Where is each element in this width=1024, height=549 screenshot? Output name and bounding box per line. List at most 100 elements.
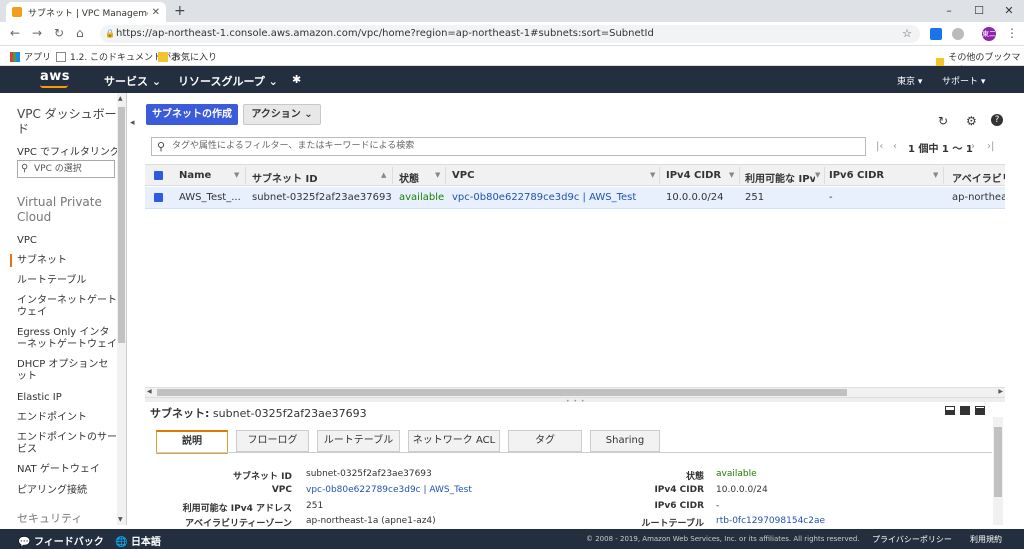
region-menu[interactable]: 東京 ▾ <box>897 74 922 87</box>
pin-icon[interactable]: ✱ <box>292 73 301 86</box>
sidebar-item-vpc[interactable]: VPC <box>17 235 117 247</box>
aws-top-nav: aws サービス ⌄ リソースグループ ⌄ ✱ 東京 ▾ サポート ▾ <box>0 66 1024 93</box>
sidebar-item-internet-gateways[interactable]: インターネットゲートウェイ <box>17 295 117 319</box>
column-header-ipv6-cidr[interactable]: IPv6 CIDR <box>829 170 884 181</box>
sidebar-item-endpoints[interactable]: エンドポイント <box>17 412 117 424</box>
resource-groups-menu[interactable]: リソースグループ ⌄ <box>178 73 278 89</box>
column-divider <box>824 167 825 184</box>
sort-icon[interactable]: ▼ <box>435 171 440 179</box>
panel-layout-half-icon[interactable] <box>960 406 970 415</box>
maximize-icon[interactable]: ☐ <box>964 0 994 22</box>
scroll-thumb[interactable] <box>994 427 1002 497</box>
collapse-sidebar-icon[interactable]: ◂ <box>130 118 140 134</box>
sidebar-item-elastic-ip[interactable]: Elastic IP <box>17 392 117 404</box>
column-header-state[interactable]: 状態 <box>399 170 419 185</box>
forward-icon[interactable]: → <box>32 26 42 40</box>
details-scrollbar[interactable] <box>993 417 1003 525</box>
scroll-thumb[interactable] <box>118 107 125 343</box>
tab-flow-logs[interactable]: フローログ <box>236 430 309 452</box>
scroll-down-icon[interactable]: ▼ <box>118 516 123 523</box>
new-tab-icon[interactable]: + <box>174 3 186 19</box>
panel-layout-bottom-icon[interactable] <box>945 406 955 415</box>
tab-route-table[interactable]: ルートテーブル <box>317 430 400 452</box>
tab-tags[interactable]: タグ <box>508 430 582 452</box>
column-header-availability-zone[interactable]: アベイラビリ <box>952 170 1005 185</box>
label-subnet-id: サブネット ID <box>233 472 292 482</box>
sort-icon[interactable]: ▼ <box>650 171 655 179</box>
extension-icon[interactable] <box>952 28 964 40</box>
home-icon[interactable]: ⌂ <box>76 26 84 40</box>
tab-sharing[interactable]: Sharing <box>590 430 660 452</box>
terms-link[interactable]: 利用規約 <box>970 534 1002 545</box>
bookmark-favorites[interactable]: お気に入り <box>158 50 217 63</box>
feedback-button[interactable]: 💬 フィードバック <box>18 533 104 548</box>
sidebar-item-nat-gateways[interactable]: NAT ゲートウェイ <box>17 464 117 476</box>
row-checkbox[interactable] <box>154 193 163 202</box>
scroll-up-icon[interactable]: ▲ <box>118 95 123 102</box>
cell-ipv6-cidr: - <box>829 192 833 203</box>
filter-search-input[interactable]: ⚲ タグや属性によるフィルター、またはキーワードによる検索 <box>151 137 866 156</box>
browser-menu-icon[interactable]: ⋮ <box>1006 26 1018 40</box>
sort-asc-icon[interactable]: ▲ <box>381 171 386 179</box>
profile-avatar[interactable]: 東二 <box>982 27 996 41</box>
refresh-icon[interactable]: ↻ <box>938 114 948 128</box>
help-icon[interactable]: ? <box>991 114 1003 126</box>
sidebar-scrollbar[interactable]: ▲ ▼ <box>117 93 126 525</box>
support-menu[interactable]: サポート ▾ <box>942 74 985 87</box>
extension-icon[interactable] <box>930 28 942 40</box>
last-page-icon[interactable]: ›| <box>987 141 994 152</box>
sort-icon[interactable]: ▼ <box>729 171 734 179</box>
privacy-policy-link[interactable]: プライバシーポリシー <box>872 534 952 545</box>
scroll-left-icon[interactable]: ◀ <box>147 388 152 395</box>
panel-layout-full-icon[interactable] <box>975 406 985 415</box>
value-vpc-link[interactable]: vpc-0b80e622789ce3d9c | AWS_Test <box>306 485 472 495</box>
column-header-ipv4-cidr[interactable]: IPv4 CIDR <box>666 170 721 181</box>
value-route-table-link[interactable]: rtb-0fc1297098154c2ae <box>716 516 825 526</box>
table-horizontal-scrollbar[interactable]: ◀ ▶ <box>145 387 1005 397</box>
reload-icon[interactable]: ↻ <box>54 26 64 40</box>
create-subnet-button[interactable]: サブネットの作成 <box>146 104 238 125</box>
sidebar-item-endpoint-services[interactable]: エンドポイントのサービス <box>17 432 117 456</box>
sidebar-item-peering[interactable]: ピアリング接続 <box>17 485 117 497</box>
scroll-thumb[interactable] <box>157 389 847 396</box>
vpc-select[interactable]: ⚲ VPC の選択 <box>17 160 115 178</box>
sort-icon[interactable]: ▼ <box>933 171 938 179</box>
column-header-vpc[interactable]: VPC <box>452 170 474 181</box>
first-page-icon[interactable]: |‹ <box>876 141 883 152</box>
aws-logo[interactable]: aws <box>40 69 70 84</box>
address-bar[interactable]: 🔒 https://ap-northeast-1.console.aws.ama… <box>100 25 920 43</box>
scroll-right-icon[interactable]: ▶ <box>998 388 1003 395</box>
close-tab-icon[interactable]: ✕ <box>152 7 160 18</box>
language-selector[interactable]: 🌐 日本語 <box>115 533 161 548</box>
sidebar: VPC ダッシュボード VPC でフィルタリング: ⚲ VPC の選択 Virt… <box>0 93 127 525</box>
tab-description[interactable]: 説明 <box>156 430 228 454</box>
minimize-icon[interactable]: – <box>934 0 964 22</box>
next-page-icon[interactable]: › <box>971 141 975 152</box>
table-row[interactable]: AWS_Test_... subnet-0325f2af23ae37693 av… <box>145 187 1005 209</box>
services-menu[interactable]: サービス ⌄ <box>104 73 161 89</box>
bookmark-apps[interactable]: アプリ <box>10 50 51 63</box>
select-all-checkbox[interactable] <box>154 171 163 180</box>
column-header-name[interactable]: Name <box>179 170 211 181</box>
sidebar-item-route-tables[interactable]: ルートテーブル <box>17 275 117 287</box>
sidebar-vpc-dashboard[interactable]: VPC ダッシュボード <box>17 107 117 137</box>
cell-vpc-link[interactable]: vpc-0b80e622789ce3d9c | AWS_Test <box>452 192 636 203</box>
actions-dropdown[interactable]: アクション ⌄ <box>243 104 321 125</box>
prev-page-icon[interactable]: ‹ <box>893 141 897 152</box>
drag-handle-icon[interactable]: • • • <box>566 398 585 405</box>
sort-icon[interactable]: ▼ <box>234 171 239 179</box>
gear-icon[interactable]: ⚙ <box>966 114 977 128</box>
sidebar-item-egress-only-igw[interactable]: Egress Only インターネットゲートウェイ <box>17 327 117 351</box>
column-header-subnet-id[interactable]: サブネット ID <box>252 170 318 185</box>
window-close-icon[interactable]: ✕ <box>994 0 1024 22</box>
sort-icon[interactable]: ▼ <box>815 171 820 179</box>
sidebar-item-subnets[interactable]: サブネット <box>17 255 117 267</box>
tab-network-acl[interactable]: ネットワーク ACL <box>408 430 500 452</box>
sidebar-item-dhcp-options[interactable]: DHCP オプションセット <box>17 359 117 383</box>
browser-toolbar: ← → ↻ ⌂ 🔒 https://ap-northeast-1.console… <box>0 22 1024 46</box>
browser-tab[interactable]: サブネット | VPC Management Co ✕ <box>6 2 166 22</box>
column-divider <box>445 167 446 184</box>
bookmark-star-icon[interactable]: ☆ <box>902 25 912 43</box>
column-header-available-ipv4[interactable]: 利用可能な IPv4 <box>745 170 815 185</box>
back-icon[interactable]: ← <box>10 26 20 40</box>
